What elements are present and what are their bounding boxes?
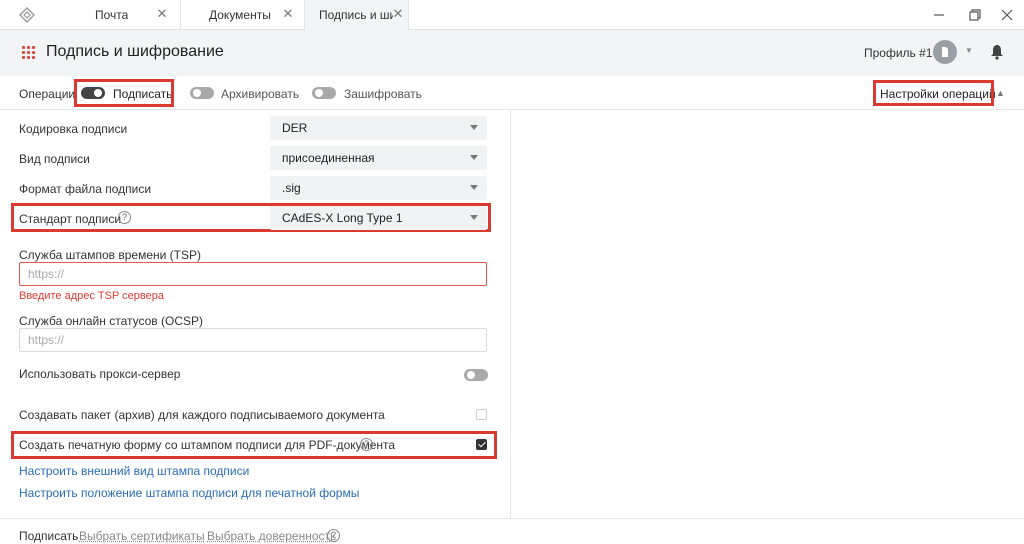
page-header: Подпись и шифрование Профиль #1 ▼ [0,30,1024,76]
window-close-icon[interactable] [998,6,1016,24]
close-icon[interactable]: ✕ [391,7,405,21]
footer-bar: Подписать Выбрать сертификаты Выбрать до… [0,518,1024,544]
chevron-up-icon[interactable]: ▲ [996,88,1005,98]
tab-mail[interactable]: Почта ✕ [83,0,181,30]
document-icon [942,47,948,57]
encoding-value: DER [282,121,308,135]
signature-standard-select[interactable]: CAdES-X Long Type 1 [270,206,487,230]
stamp-position-link[interactable]: Настроить положение штампа подписи для п… [19,486,359,500]
apps-grid-icon[interactable] [22,46,36,60]
profile-label[interactable]: Профиль #1 [864,46,932,60]
tab-sign-encrypt[interactable]: Подпись и шифро... ✕ [305,0,409,30]
package-checkbox[interactable] [476,409,487,420]
close-icon[interactable]: ✕ [155,7,169,21]
bell-icon[interactable] [990,44,1004,60]
tab-documents[interactable]: Документы ✕ [181,0,305,30]
signature-standard-value: CAdES-X Long Type 1 [282,211,403,225]
title-bar: Почта ✕ Документы ✕ Подпись и шифро... ✕ [0,0,1024,30]
tab-mail-label: Почта [95,8,129,22]
print-form-label: Создать печатную форму со штампом подпис… [19,438,396,452]
proxy-label: Использовать прокси-сервер [19,367,181,381]
file-format-value: .sig [282,181,301,195]
signature-standard-label: Стандарт подписи [19,212,122,226]
encrypt-toggle[interactable] [312,87,336,99]
signature-type-label: Вид подписи [19,152,90,166]
minimize-icon[interactable] [930,6,948,24]
ocsp-label: Служба онлайн статусов (OCSP) [19,314,203,328]
tsp-input[interactable] [19,262,487,286]
print-form-checkbox[interactable] [476,439,487,450]
stamp-appearance-link[interactable]: Настроить внешний вид штампа подписи [19,464,249,478]
select-power-of-attorney-link[interactable]: Выбрать доверенность [207,529,336,543]
encrypt-toggle-label[interactable]: Зашифровать [344,87,422,101]
encoding-label: Кодировка подписи [19,122,128,136]
avatar[interactable] [933,40,957,64]
footer-sign-label: Подписать [19,529,79,543]
signature-type-value: присоединенная [282,151,375,165]
close-icon[interactable]: ✕ [281,7,295,21]
restore-icon[interactable] [966,6,984,24]
select-certificates-link[interactable]: Выбрать сертификаты [79,529,205,543]
highlight-sign-toggle [74,79,174,107]
file-format-label: Формат файла подписи [19,182,152,196]
tab-documents-label: Документы [209,8,271,22]
chevron-down-icon [470,215,478,220]
chevron-down-icon [470,185,478,190]
archive-toggle[interactable] [190,87,214,99]
chevron-down-icon [470,155,478,160]
operations-label: Операции [19,87,76,101]
chevron-down-icon[interactable]: ▼ [965,46,973,55]
help-icon[interactable]: ? [327,529,340,542]
package-label: Создавать пакет (архив) для каждого подп… [19,408,385,422]
archive-toggle-label[interactable]: Архивировать [221,87,299,101]
tab-sign-encrypt-label: Подпись и шифро... [319,8,393,22]
ocsp-input[interactable] [19,328,487,352]
app-logo-icon[interactable] [19,7,35,23]
highlight-operation-settings [873,80,994,106]
page-title: Подпись и шифрование [46,43,224,60]
tsp-error: Введите адрес TSP сервера [19,290,164,302]
signature-type-select[interactable]: присоединенная [270,146,487,170]
proxy-toggle[interactable] [464,369,488,381]
file-format-select[interactable]: .sig [270,176,487,200]
tsp-label: Служба штампов времени (TSP) [19,248,202,262]
chevron-down-icon [470,125,478,130]
panel-divider [510,110,511,518]
encoding-select[interactable]: DER [270,116,487,140]
help-icon[interactable]: ? [118,211,131,224]
help-icon[interactable]: ? [360,438,373,451]
